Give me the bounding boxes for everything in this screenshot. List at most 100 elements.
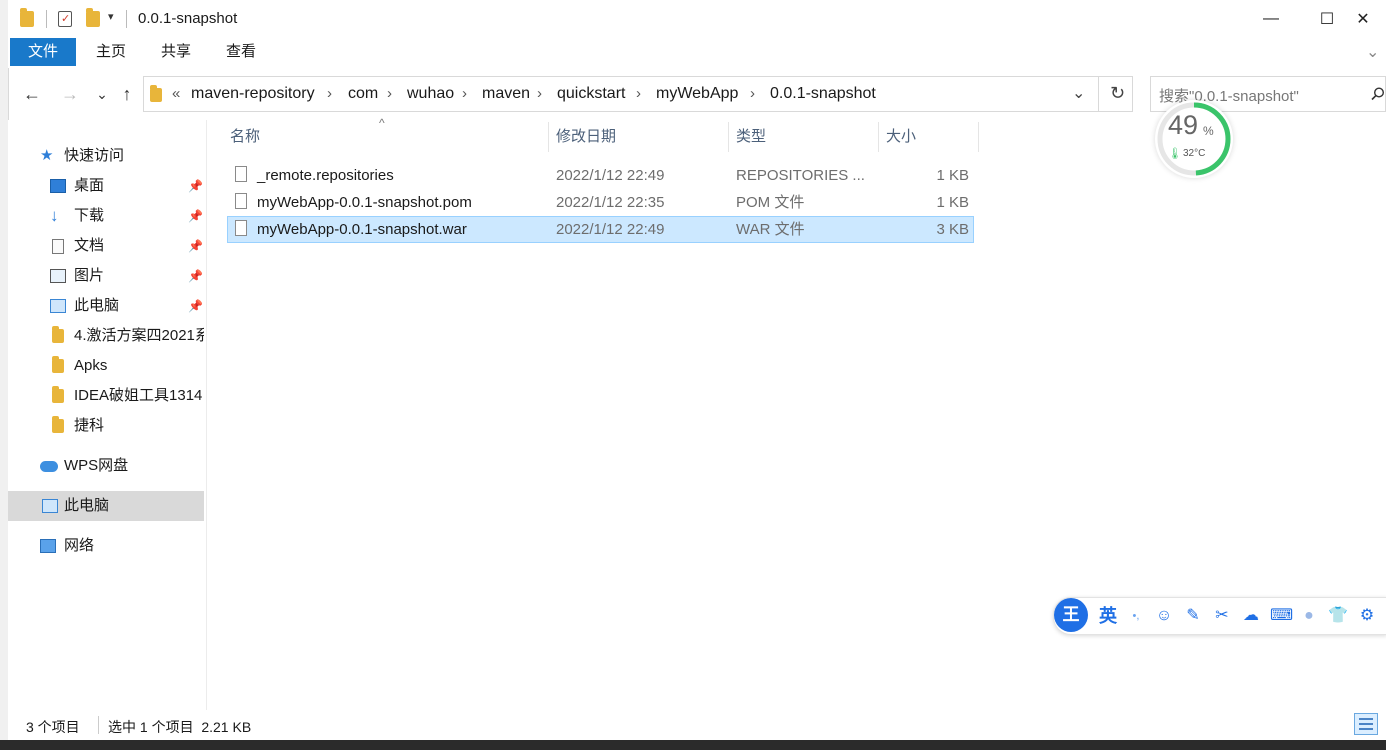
nav-desktop[interactable]: 桌面 📌	[8, 171, 204, 201]
nav-label: 此电脑	[74, 297, 120, 314]
emoji-icon[interactable]: ☺	[1154, 606, 1174, 626]
recent-locations-button[interactable]: ⌄	[90, 82, 114, 106]
nav-this-pc-pinned[interactable]: 此电脑 📌	[8, 291, 204, 321]
customize-quick-access-icon[interactable]: ▾	[108, 10, 114, 23]
breadcrumb-separator[interactable]: ›	[537, 85, 542, 102]
performance-widget[interactable]: 49 % 🌡 32°C	[1155, 100, 1233, 178]
breadcrumb-separator[interactable]: ›	[387, 85, 392, 102]
column-divider[interactable]	[548, 122, 549, 152]
file-size: 1 KB	[936, 194, 969, 211]
selection-info: 选中 1 个项目 2.21 KB	[108, 719, 252, 735]
breadcrumb-maven[interactable]: maven	[482, 85, 530, 103]
file-type: POM 文件	[736, 194, 805, 211]
punctuation-toggle[interactable]: •,	[1126, 606, 1146, 626]
pen-icon[interactable]: ✎	[1183, 606, 1203, 626]
properties-icon[interactable]: ✓	[58, 11, 72, 27]
nav-folder[interactable]: 捷科	[8, 411, 204, 441]
breadcrumb-com[interactable]: com	[348, 85, 378, 103]
nav-pictures[interactable]: 图片 📌	[8, 261, 204, 291]
nav-label: WPS网盘	[64, 457, 129, 474]
table-row[interactable]: _remote.repositories 2022/1/12 22:49 REP…	[227, 162, 974, 189]
table-row-selected[interactable]: myWebApp-0.0.1-snapshot.war 2022/1/12 22…	[227, 216, 974, 243]
tab-view[interactable]: 查看	[216, 38, 266, 66]
pin-icon[interactable]: 📌	[188, 201, 203, 231]
pin-icon[interactable]: 📌	[188, 171, 203, 201]
nav-label: 捷科	[74, 417, 105, 434]
nav-folder[interactable]: 4.激活方案四2021系	[8, 321, 204, 351]
breadcrumb-quickstart[interactable]: quickstart	[557, 85, 625, 103]
close-button[interactable]: ✕	[1340, 0, 1386, 38]
computer-icon	[50, 299, 66, 313]
tab-file[interactable]: 文件	[10, 38, 76, 66]
breadcrumb-maven-repository[interactable]: maven-repository	[191, 85, 315, 103]
refresh-icon[interactable]: ↻	[1110, 83, 1125, 104]
scissors-icon[interactable]: ✂	[1212, 606, 1232, 626]
percent-sign: %	[1203, 124, 1214, 138]
ime-language-toggle[interactable]: 英	[1098, 606, 1118, 626]
cloud-icon[interactable]: ☁	[1241, 606, 1261, 626]
usage-percent: 49	[1168, 110, 1199, 140]
status-bar: 3 个项目 选中 1 个项目 2.21 KB	[8, 710, 1386, 740]
tab-home[interactable]: 主页	[86, 38, 136, 66]
new-folder-icon[interactable]	[86, 8, 100, 27]
forward-button[interactable]: →	[58, 82, 82, 106]
up-button[interactable]: ↑	[115, 82, 139, 106]
column-divider[interactable]	[978, 122, 979, 152]
folder-icon	[52, 416, 64, 433]
keyboard-icon[interactable]: ⌨	[1270, 606, 1293, 626]
minimize-button[interactable]: —	[1248, 0, 1294, 38]
breadcrumb-separator[interactable]: ›	[327, 85, 332, 102]
settings-icon[interactable]: ⚙	[1357, 606, 1377, 626]
nav-label: 网络	[64, 537, 95, 554]
file-name: myWebApp-0.0.1-snapshot.war	[257, 221, 467, 238]
column-divider[interactable]	[728, 122, 729, 152]
breadcrumb-separator[interactable]: ›	[636, 85, 641, 102]
file-modified: 2022/1/12 22:49	[556, 167, 665, 184]
nav-folder[interactable]: IDEA破姐工具1314	[8, 381, 204, 411]
nav-network[interactable]: 网络	[8, 531, 204, 561]
nav-folder[interactable]: Apks	[8, 351, 204, 381]
address-bar[interactable]: « maven-repository › com › wuhao › maven…	[143, 76, 1133, 112]
breadcrumb-separator[interactable]: ›	[462, 85, 467, 102]
pin-icon[interactable]: 📌	[188, 231, 203, 261]
tab-share[interactable]: 共享	[151, 38, 201, 66]
user-icon[interactable]: ●	[1299, 606, 1319, 626]
divider	[126, 10, 127, 28]
taskbar-edge	[0, 740, 1386, 750]
column-header-modified[interactable]: 修改日期	[556, 120, 728, 154]
column-header-name[interactable]: 名称	[230, 120, 548, 154]
details-view-button[interactable]	[1354, 713, 1378, 735]
address-dropdown-icon[interactable]: ⌄	[1072, 83, 1085, 103]
temperature: 32°C	[1183, 148, 1206, 159]
computer-icon	[42, 499, 58, 513]
pin-icon[interactable]: 📌	[188, 261, 203, 291]
breadcrumb-mywebapp[interactable]: myWebApp	[656, 85, 738, 103]
network-icon	[40, 539, 56, 553]
file-type: REPOSITORIES ...	[736, 167, 865, 184]
file-name: _remote.repositories	[257, 167, 394, 184]
breadcrumb-wuhao[interactable]: wuhao	[407, 85, 454, 103]
table-row[interactable]: myWebApp-0.0.1-snapshot.pom 2022/1/12 22…	[227, 189, 974, 216]
nav-quick-access[interactable]: ★ 快速访问	[8, 141, 204, 171]
ime-logo[interactable]: 王	[1054, 598, 1088, 632]
pin-icon[interactable]: 📌	[188, 291, 203, 321]
search-icon[interactable]	[1371, 87, 1385, 101]
nav-documents[interactable]: 文档 📌	[8, 231, 204, 261]
overflow-chevron[interactable]: «	[172, 85, 180, 102]
shirt-icon[interactable]: 👕	[1328, 606, 1348, 626]
chevron-down-icon[interactable]: ⌄	[1366, 42, 1379, 62]
nav-wps-drive[interactable]: WPS网盘	[8, 451, 204, 481]
nav-this-pc[interactable]: 此电脑	[8, 491, 204, 521]
navigation-pane: ★ 快速访问 桌面 📌 ↓ 下载 📌 文档 📌 图片 📌 此电脑 📌 4.激活方…	[8, 120, 207, 710]
breadcrumb-snapshot[interactable]: 0.0.1-snapshot	[770, 85, 876, 103]
nav-label: 下载	[74, 207, 105, 224]
breadcrumb-separator[interactable]: ›	[750, 85, 755, 102]
file-size: 3 KB	[936, 221, 969, 238]
divider	[1098, 77, 1099, 111]
column-header-size[interactable]: 大小	[886, 120, 978, 154]
folder-icon	[20, 8, 34, 27]
column-divider[interactable]	[878, 122, 879, 152]
back-button[interactable]: ←	[20, 82, 44, 106]
column-header-type[interactable]: 类型	[736, 120, 878, 154]
nav-downloads[interactable]: ↓ 下载 📌	[8, 201, 204, 231]
